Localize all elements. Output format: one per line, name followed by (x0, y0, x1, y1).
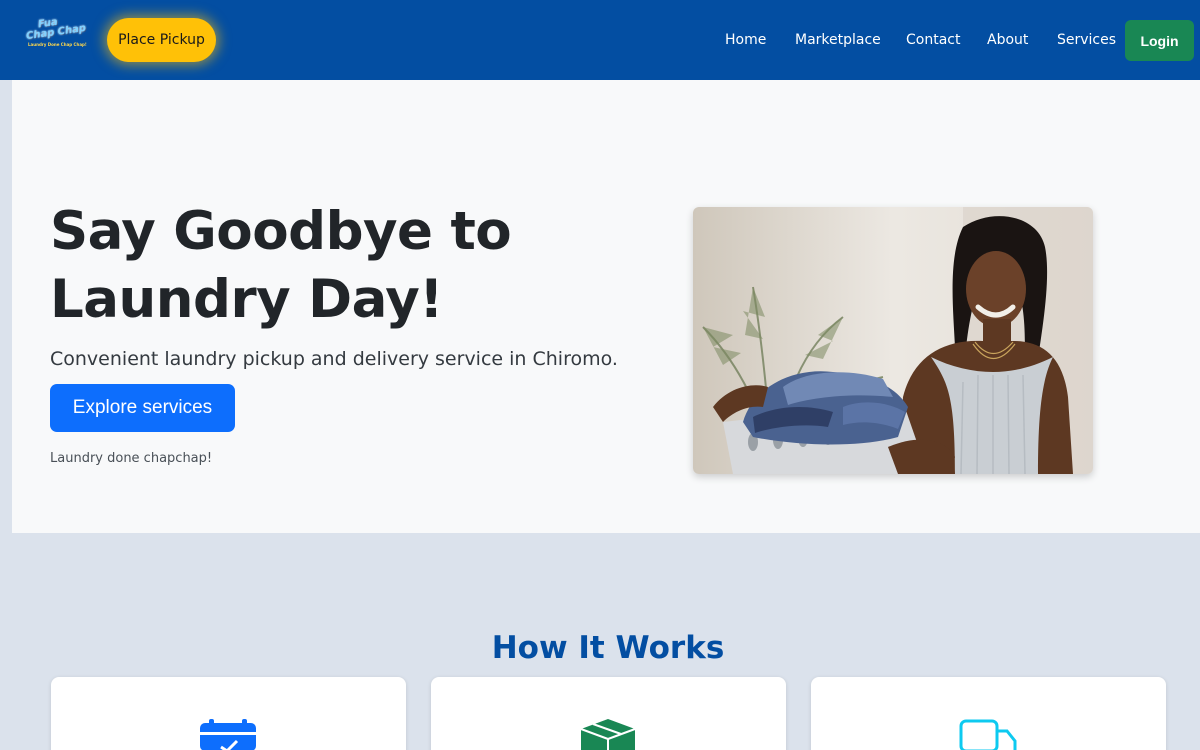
nav-link-about[interactable]: About (987, 31, 1028, 49)
truck-icon (959, 719, 1017, 750)
explore-services-button[interactable]: Explore services (50, 384, 235, 432)
hero-tagline: Laundry done chapchap! (50, 451, 213, 466)
hero-title: Say Goodbye to Laundry Day! (50, 201, 512, 330)
how-card-pickup (431, 677, 786, 750)
place-pickup-button[interactable]: Place Pickup (107, 18, 216, 62)
calendar-check-icon (199, 719, 257, 750)
nav-link-marketplace[interactable]: Marketplace (795, 31, 881, 49)
nav-link-home[interactable]: Home (725, 31, 766, 49)
logo-line-3: Laundry Done Chap Chap! (28, 42, 87, 47)
brand-logo[interactable]: Fua Chap Chap Laundry Done Chap Chap! (24, 17, 87, 54)
box-icon (579, 719, 637, 750)
how-card-delivery (811, 677, 1166, 750)
hero-image (693, 207, 1093, 474)
nav-link-contact[interactable]: Contact (906, 31, 960, 49)
nav-link-services[interactable]: Services (1057, 31, 1116, 49)
login-button[interactable]: Login (1125, 20, 1194, 61)
how-card-schedule (51, 677, 406, 750)
hero-subtitle: Convenient laundry pickup and delivery s… (50, 348, 618, 370)
navbar: Fua Chap Chap Laundry Done Chap Chap! Pl… (0, 0, 1200, 80)
how-it-works-title: How It Works (491, 630, 725, 666)
